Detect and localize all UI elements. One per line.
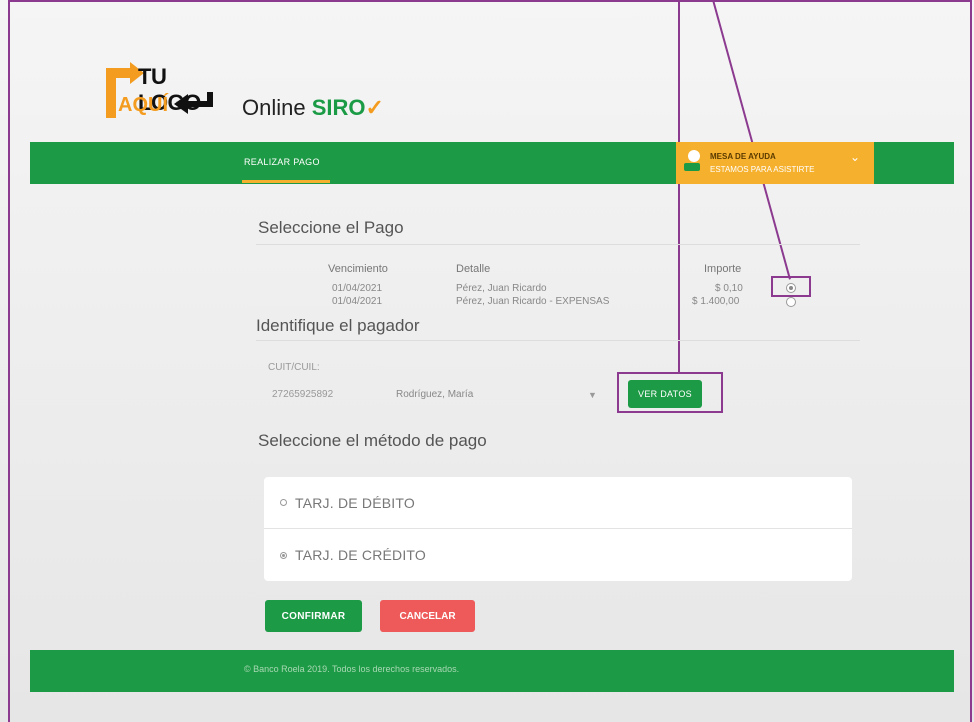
- section-divider: [256, 244, 860, 245]
- row-2-vencimiento: 01/04/2021: [332, 296, 383, 307]
- app-title-name: SIRO: [311, 95, 366, 120]
- column-header-importe: Importe: [704, 263, 742, 275]
- cancel-button[interactable]: CANCELAR: [380, 600, 475, 632]
- method-section-title: Seleccione el método de pago: [258, 431, 487, 450]
- active-tab-indicator: [242, 180, 330, 183]
- annotation-pointer-line-diagonal: [712, 0, 791, 280]
- cuit-label: CUIT/CUIL:: [268, 362, 320, 373]
- method-radio-credito[interactable]: [280, 551, 287, 559]
- section-divider: [256, 340, 860, 341]
- column-header-vencimiento: Vencimiento: [328, 263, 388, 275]
- method-label-debito: TARJ. DE DÉBITO: [295, 494, 415, 511]
- app-title: Online SIRO✓: [242, 95, 384, 121]
- help-desk-title: MESA DE AYUDA: [710, 152, 776, 161]
- column-header-detalle: Detalle: [456, 263, 491, 275]
- row-2-radio[interactable]: [786, 297, 796, 307]
- help-desk-dropdown[interactable]: [676, 142, 874, 184]
- payment-section-title: Seleccione el Pago: [258, 218, 404, 237]
- method-label-credito: TARJ. DE CRÉDITO: [295, 547, 427, 563]
- check-mark-icon: ✓: [365, 95, 384, 120]
- help-support-icon: [684, 150, 700, 171]
- row-1-vencimiento: 01/04/2021: [332, 283, 383, 294]
- help-desk-subtitle: ESTAMOS PARA ASISTIRTE: [710, 165, 815, 174]
- chevron-down-icon[interactable]: ⌄: [850, 150, 860, 164]
- payer-section-title: Identifique el pagador: [256, 316, 420, 335]
- method-option-credito[interactable]: TARJ. DE CRÉDITO: [264, 529, 852, 581]
- row-1-detalle: Pérez, Juan Ricardo: [456, 283, 547, 294]
- app-title-prefix: Online: [242, 95, 306, 120]
- method-radio-debito[interactable]: [280, 499, 287, 506]
- tab-realizar-pago[interactable]: REALIZAR PAGO: [244, 157, 320, 167]
- footer-bar: [30, 650, 954, 692]
- annotation-highlight-button: [617, 372, 723, 413]
- cuit-field[interactable]: 27265925892: [272, 389, 333, 400]
- annotation-highlight-radio: [771, 276, 811, 297]
- logo-text-line2: AQUÍ: [118, 94, 168, 116]
- payment-method-card: TARJ. DE DÉBITO TARJ. DE CRÉDITO: [264, 477, 852, 581]
- confirm-button[interactable]: CONFIRMAR: [265, 600, 362, 632]
- payer-select[interactable]: Rodríguez, María: [396, 389, 473, 400]
- annotation-pointer-line: [678, 0, 680, 372]
- company-logo: TU LOGO AQUÍ: [106, 62, 216, 124]
- row-2-detalle: Pérez, Juan Ricardo - EXPENSAS: [456, 296, 610, 307]
- row-2-importe: $ 1.400,00: [692, 296, 740, 307]
- method-option-debito[interactable]: TARJ. DE DÉBITO: [264, 477, 852, 529]
- row-1-importe: $ 0,10: [715, 283, 743, 294]
- return-arrow-icon: [174, 92, 213, 114]
- footer-copyright: © Banco Roela 2019. Todos los derechos r…: [244, 664, 460, 674]
- caret-down-icon[interactable]: ▼: [588, 390, 597, 400]
